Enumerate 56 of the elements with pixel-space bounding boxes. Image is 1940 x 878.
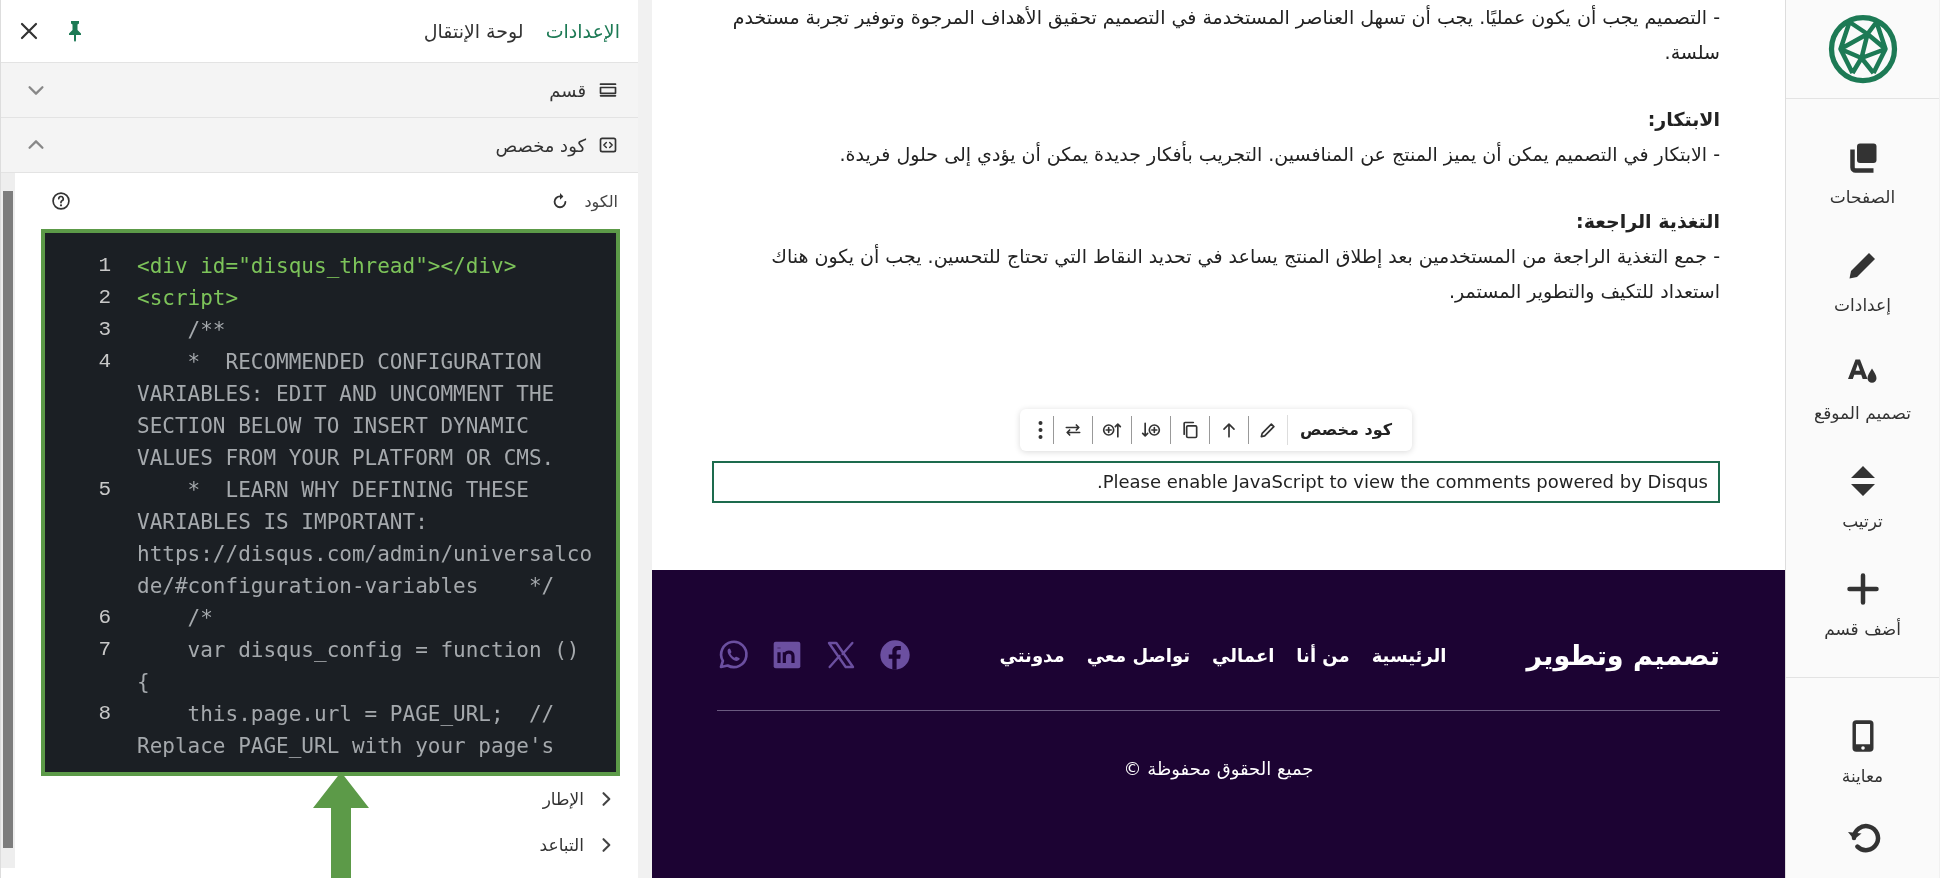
accordion-header[interactable]: قسم xyxy=(1,63,638,118)
code-line: * RECOMMENDED CONFIGURATION VARIABLES: EDIT AND UNCOMMENT THE SECTION BELOW TO INSERT DYNAMIC VALUES FROM YOUR PLATFORM OR CMS. xyxy=(137,349,556,472)
panel-tab[interactable]: الإعدادات xyxy=(545,20,620,42)
footer-link[interactable]: مدونتي xyxy=(999,644,1065,666)
sidebar-item[interactable]: إعدادات xyxy=(1834,247,1891,315)
line-number: 1 xyxy=(97,253,112,279)
heading: التغذية الراجعة: xyxy=(1575,209,1720,235)
code-line: /** xyxy=(186,317,227,344)
footer-brand: تصميم وتطوير xyxy=(1526,639,1720,671)
line-number: 3 xyxy=(97,317,112,343)
add-above-icon xyxy=(1101,420,1122,440)
footer-link[interactable]: تواصل معي xyxy=(1086,644,1191,666)
code-line: <script> xyxy=(137,285,240,312)
collapsible-row[interactable]: التباعد xyxy=(41,822,620,868)
line-number: 5 xyxy=(97,477,112,503)
sidebar-item[interactable]: ترتيب xyxy=(1842,463,1883,531)
accordion-header[interactable]: كود مخصص xyxy=(1,118,638,173)
block-label: كود مخصص xyxy=(1286,415,1405,445)
line-number: 7 xyxy=(97,637,112,663)
sidebar-item[interactable]: معاينة xyxy=(1841,718,1884,786)
code-icon xyxy=(598,135,618,155)
code-line: /* xyxy=(186,605,214,632)
code-editor[interactable] xyxy=(41,229,620,776)
heading: الابتكار: xyxy=(1646,107,1720,133)
footer-link[interactable]: الرئيسية xyxy=(1371,644,1447,666)
section-icon xyxy=(598,80,618,100)
embed-block: Please enable JavaScript to view the comments powered by Disqus. xyxy=(712,461,1720,503)
paragraph: - التصميم يجب أن يكون عمليًا. يجب أن تسهل العناصر المستخدمة في التصميم تحقيق الأهداف المرجوة وتوفير تجربة مستخدم سلسة. xyxy=(731,4,1720,65)
paragraph: - جمع التغذية الراجعة من المستخدمين بعد إطلاق المنتج يساعد في تحديد النقاط التي تحتاج للتحسين. يجب أن يكون هناك استعداد للتكيف والتطوير المستمر. xyxy=(770,243,1720,305)
footer-link[interactable]: اعمالي xyxy=(1212,644,1275,666)
plus-icon xyxy=(1844,571,1881,607)
more-icon xyxy=(1036,420,1044,440)
whatsapp-icon[interactable] xyxy=(717,639,749,671)
paragraph: - الابتكار في التصميم يمكن أن يميز المنتج عن المنافسين. التجريب بأفكار جديدة يمكن أن يؤدي إلى حلول فريدة. xyxy=(838,140,1720,168)
collapsible-row[interactable]: الإطار xyxy=(41,776,620,822)
code-line: * LEARN WHY DEFINING THESE VARIABLES IS IMPORTANT: https://disqus.com/admin/universalcode/#configuration-variables */ xyxy=(137,477,594,600)
footer-link[interactable]: من أنا xyxy=(1296,644,1350,666)
sidebar-item[interactable]: الصفحات xyxy=(1829,139,1896,207)
line-number: 6 xyxy=(97,605,112,631)
sidebar-item[interactable]: أضف قسم xyxy=(1824,571,1901,639)
help-icon[interactable] xyxy=(51,191,71,211)
panel-tab[interactable]: لوحة الإنتقال xyxy=(423,20,524,42)
line-number: 2 xyxy=(97,285,112,311)
logo-icon[interactable] xyxy=(1826,13,1899,85)
code-line: this.page.url = PAGE_URL; // Replace PAGE_URL with your page's xyxy=(137,701,556,760)
code-line: <div id="disqus_thread"></div> xyxy=(137,253,518,280)
facebook-icon[interactable] xyxy=(879,639,911,671)
x-icon[interactable] xyxy=(825,639,857,671)
field-label: الكود xyxy=(584,191,618,211)
linkedin-icon[interactable] xyxy=(771,639,803,671)
line-number: 8 xyxy=(97,701,112,727)
sidebar-item[interactable]: تصميم الموقع xyxy=(1814,355,1911,423)
scrollbar[interactable] xyxy=(1,173,15,868)
line-number: 4 xyxy=(97,349,112,375)
add-below-icon xyxy=(1140,420,1161,440)
copyright: جميع الحقوق محفوظة © xyxy=(1123,758,1314,779)
